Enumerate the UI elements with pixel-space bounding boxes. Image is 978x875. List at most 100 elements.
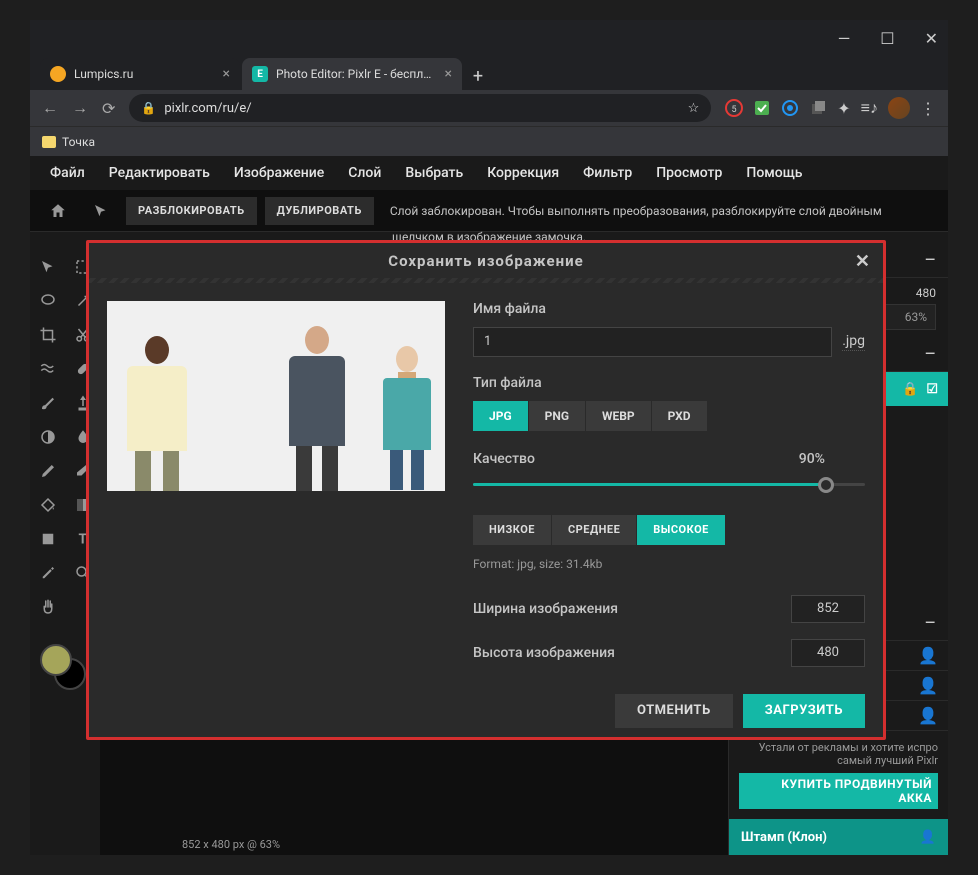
pen-tool-icon[interactable] bbox=[30, 454, 65, 488]
quality-low-button[interactable]: НИЗКОЕ bbox=[473, 515, 551, 545]
shape-tool-icon[interactable] bbox=[30, 522, 65, 556]
color-swatch[interactable] bbox=[40, 644, 80, 684]
new-tab-button[interactable]: + bbox=[464, 62, 492, 90]
type-pxd-button[interactable]: PXD bbox=[652, 401, 707, 431]
close-window-icon[interactable]: ✕ bbox=[925, 29, 938, 48]
save-form: Имя файла .jpg Тип файла JPG PNG WEBP PX… bbox=[473, 301, 865, 667]
quality-slider[interactable] bbox=[473, 477, 865, 495]
collapse-icon[interactable]: — bbox=[925, 616, 936, 631]
back-icon[interactable]: ← bbox=[42, 98, 58, 118]
person-icon: 👤 bbox=[920, 830, 936, 845]
menu-help[interactable]: Помощь bbox=[746, 165, 802, 181]
ad-text-2: самый лучший Pixlr bbox=[739, 754, 938, 767]
file-extension[interactable]: .jpg bbox=[842, 333, 865, 351]
browser-tab-2[interactable]: E Photo Editor: Pixlr E - бесплатны × bbox=[242, 58, 462, 90]
folder-icon bbox=[42, 136, 56, 148]
width-input[interactable] bbox=[791, 595, 865, 623]
window-titlebar: — ☐ ✕ bbox=[30, 20, 948, 56]
ext-icon[interactable] bbox=[753, 99, 771, 117]
download-button[interactable]: ЗАГРУЗИТЬ bbox=[743, 694, 865, 728]
quality-preset-buttons: НИЗКОЕ СРЕДНЕЕ ВЫСОКОЕ bbox=[473, 515, 865, 545]
stamp-tool-row[interactable]: Штамп (Клон) 👤 bbox=[729, 819, 948, 855]
cancel-button[interactable]: ОТМЕНИТЬ bbox=[615, 694, 733, 728]
dialog-body: Имя файла .jpg Тип файла JPG PNG WEBP PX… bbox=[89, 283, 883, 685]
ext-icon[interactable] bbox=[809, 99, 827, 117]
image-preview bbox=[107, 301, 445, 491]
tab-bar: Lumpics.ru × E Photo Editor: Pixlr E - б… bbox=[30, 56, 948, 90]
ext-icon[interactable]: 5 bbox=[725, 99, 743, 117]
collapse-icon[interactable]: — bbox=[925, 253, 936, 268]
menu-filter[interactable]: Фильтр bbox=[583, 165, 632, 181]
url-field[interactable]: 🔒 pixlr.com/ru/e/ ☆ bbox=[129, 94, 711, 122]
puzzle-icon[interactable]: ✦ bbox=[837, 99, 850, 118]
visible-icon[interactable]: ☑ bbox=[926, 382, 938, 397]
person-icon: 👤 bbox=[918, 646, 938, 665]
quality-value: 90% bbox=[799, 451, 825, 467]
save-dialog: Сохранить изображение ✕ Имя файла bbox=[86, 240, 886, 740]
format-info: Format: jpg, size: 31.4kb bbox=[473, 557, 865, 571]
upgrade-button[interactable]: КУПИТЬ ПРОДВИНУТЫЙ АККА bbox=[739, 773, 938, 809]
height-label: Высота изображения bbox=[473, 645, 615, 661]
hand-tool-icon[interactable] bbox=[30, 590, 65, 624]
unlock-button[interactable]: РАЗБЛОКИРОВАТЬ bbox=[126, 197, 257, 225]
collapse-icon[interactable]: — bbox=[925, 347, 936, 362]
ad-text: Устали от рекламы и хотите испро bbox=[739, 741, 938, 754]
favicon-icon bbox=[50, 66, 66, 82]
slider-thumb-icon[interactable] bbox=[818, 477, 834, 493]
svg-text:5: 5 bbox=[732, 105, 737, 115]
tab-title: Lumpics.ru bbox=[74, 67, 133, 81]
tab-title: Photo Editor: Pixlr E - бесплатны bbox=[276, 67, 437, 81]
menu-view[interactable]: Просмотр bbox=[656, 165, 722, 181]
type-webp-button[interactable]: WEBP bbox=[586, 401, 651, 431]
type-png-button[interactable]: PNG bbox=[529, 401, 585, 431]
menu-icon[interactable]: ⋮ bbox=[920, 99, 936, 118]
browser-tab-1[interactable]: Lumpics.ru × bbox=[40, 58, 240, 90]
eyedropper-tool-icon[interactable] bbox=[30, 556, 65, 590]
close-tab-icon[interactable]: × bbox=[223, 66, 230, 82]
bookmark-bar: Точка bbox=[30, 126, 948, 156]
reload-icon[interactable]: ⟳ bbox=[102, 99, 115, 118]
close-tab-icon[interactable]: × bbox=[445, 66, 452, 82]
type-jpg-button[interactable]: JPG bbox=[473, 401, 528, 431]
filetype-label: Тип файла bbox=[473, 375, 865, 391]
fill-tool-icon[interactable] bbox=[30, 488, 65, 522]
crop-tool-icon[interactable] bbox=[30, 318, 65, 352]
star-icon[interactable]: ☆ bbox=[688, 101, 700, 116]
extensions-area: 5 ✦ ≡♪ ⋮ bbox=[725, 97, 936, 119]
app-menu-bar: Файл Редактировать Изображение Слой Выбр… bbox=[30, 156, 948, 190]
stamp-label: Штамп (Клон) bbox=[741, 830, 827, 845]
brush-tool-icon[interactable] bbox=[30, 386, 65, 420]
filename-label: Имя файла bbox=[473, 301, 865, 317]
playlist-icon[interactable]: ≡♪ bbox=[861, 98, 878, 118]
person-icon: 👤 bbox=[918, 676, 938, 695]
home-icon[interactable] bbox=[40, 194, 75, 228]
bookmark-item[interactable]: Точка bbox=[62, 135, 95, 149]
favicon-icon: E bbox=[252, 66, 268, 82]
filename-input[interactable] bbox=[473, 327, 832, 357]
menu-select[interactable]: Выбрать bbox=[405, 165, 463, 181]
quality-med-button[interactable]: СРЕДНЕЕ bbox=[552, 515, 636, 545]
ext-icon[interactable] bbox=[781, 99, 799, 117]
filetype-buttons: JPG PNG WEBP PXD bbox=[473, 401, 865, 431]
arrow-icon[interactable] bbox=[83, 194, 118, 228]
height-input[interactable] bbox=[791, 639, 865, 667]
liquify-tool-icon[interactable] bbox=[30, 352, 65, 386]
minimize-icon[interactable]: — bbox=[838, 29, 851, 48]
quality-high-button[interactable]: ВЫСОКОЕ bbox=[637, 515, 725, 545]
close-dialog-icon[interactable]: ✕ bbox=[855, 251, 871, 272]
move-tool-icon[interactable] bbox=[30, 250, 65, 284]
menu-edit[interactable]: Редактировать bbox=[109, 165, 210, 181]
person-icon: 👤 bbox=[918, 706, 938, 725]
duplicate-button[interactable]: ДУБЛИРОВАТЬ bbox=[265, 197, 374, 225]
menu-file[interactable]: Файл bbox=[50, 165, 85, 181]
forward-icon[interactable]: → bbox=[72, 98, 88, 118]
lasso-tool-icon[interactable] bbox=[30, 284, 65, 318]
lock-icon[interactable]: 🔒 bbox=[902, 382, 918, 397]
maximize-icon[interactable]: ☐ bbox=[880, 29, 894, 48]
avatar-icon[interactable] bbox=[888, 97, 910, 119]
dodge-tool-icon[interactable] bbox=[30, 420, 65, 454]
menu-adjust[interactable]: Коррекция bbox=[487, 165, 559, 181]
menu-layer[interactable]: Слой bbox=[348, 165, 381, 181]
url-text: pixlr.com/ru/e/ bbox=[164, 101, 251, 116]
menu-image[interactable]: Изображение bbox=[234, 165, 324, 181]
